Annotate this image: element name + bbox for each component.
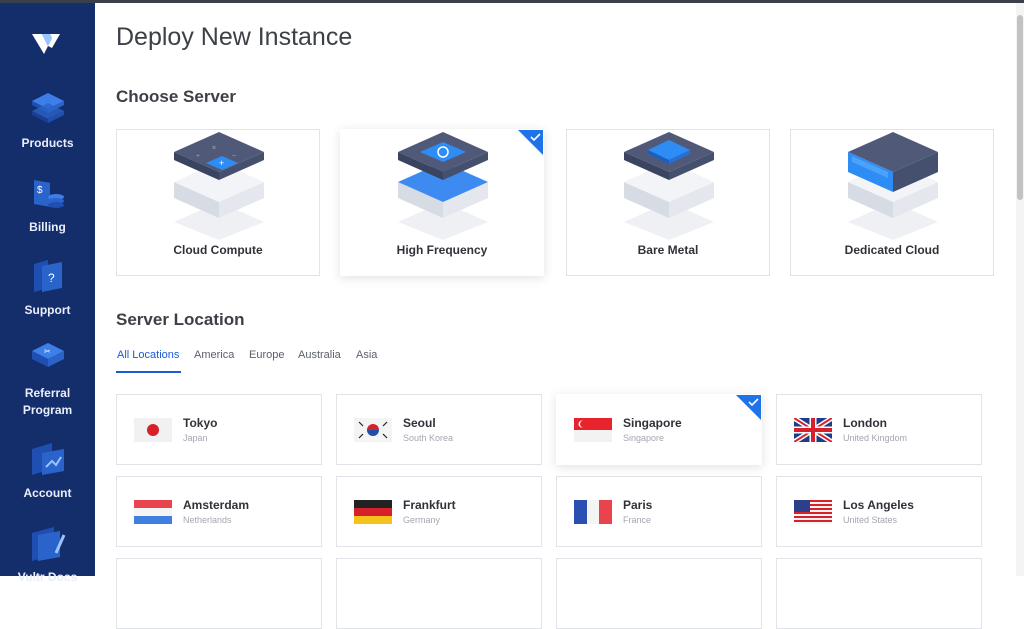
location-card-partial[interactable] [336, 558, 542, 629]
united-kingdom-flag-icon [794, 418, 832, 442]
location-city: Frankfurt [403, 498, 456, 512]
products-icon [31, 93, 64, 123]
docs-icon [31, 527, 65, 561]
selected-check-icon [518, 130, 543, 155]
tab-asia[interactable]: Asia [356, 349, 377, 361]
location-city: Amsterdam [183, 498, 250, 512]
location-paris[interactable]: Paris France [556, 476, 762, 547]
active-tab-underline [116, 371, 181, 373]
tab-all-locations[interactable]: All Locations [117, 349, 179, 361]
location-card-partial[interactable] [556, 558, 762, 629]
location-city: London [843, 416, 887, 430]
singapore-flag-icon [574, 418, 612, 442]
svg-text:÷: ÷ [196, 153, 200, 160]
server-option-high-frequency[interactable]: High Frequency [340, 129, 544, 276]
sidebar-item-vultr-docs[interactable]: Vultr Docs [0, 523, 95, 586]
germany-flag-icon [354, 500, 392, 524]
svg-text:×: × [212, 145, 216, 152]
location-city: Tokyo [183, 416, 218, 430]
page-title: Deploy New Instance [116, 23, 353, 51]
location-city: Paris [623, 498, 653, 512]
server-option-cloud-compute[interactable]: + × − ÷ Cloud Compute [116, 129, 320, 276]
location-city: Los Angeles [843, 498, 914, 512]
vultr-logo[interactable] [30, 30, 62, 58]
location-country: Germany [403, 515, 441, 525]
location-frankfurt[interactable]: Frankfurt Germany [336, 476, 542, 547]
dedicated-cloud-icon [848, 132, 938, 240]
support-icon: ? [33, 260, 62, 292]
japan-flag-icon [134, 418, 172, 442]
referral-icon: ✂ [31, 343, 64, 367]
server-option-dedicated-cloud[interactable]: Dedicated Cloud [790, 129, 994, 276]
sidebar-item-account[interactable]: Account [0, 439, 95, 502]
account-icon [31, 443, 64, 475]
sidebar-item-products[interactable]: Products [0, 89, 95, 152]
server-location-title: Server Location [116, 310, 245, 329]
sidebar-item-support[interactable]: ? Support [0, 256, 95, 319]
svg-text:?: ? [48, 271, 55, 285]
tab-australia[interactable]: Australia [298, 349, 341, 361]
location-country: Singapore [623, 433, 665, 443]
location-london[interactable]: London United Kingdom [776, 394, 982, 465]
netherlands-flag-icon [134, 500, 172, 524]
high-frequency-icon [398, 132, 488, 240]
location-tokyo[interactable]: Tokyo Japan [116, 394, 322, 465]
tab-europe[interactable]: Europe [249, 349, 284, 361]
svg-text:$: $ [37, 185, 43, 196]
sidebar-item-label-line2: Program [22, 403, 73, 417]
selected-check-icon [736, 395, 761, 420]
location-country: United States [843, 515, 898, 525]
sidebar-item-label: Referral [24, 386, 71, 400]
sidebar-item-label: Support [24, 303, 71, 317]
server-option-label: Bare Metal [637, 243, 699, 257]
location-city: Seoul [403, 416, 436, 430]
united-states-flag-icon [794, 500, 832, 524]
location-country: Japan [183, 433, 208, 443]
bare-metal-icon [624, 132, 714, 240]
sidebar-item-label: Products [21, 136, 74, 150]
sidebar-item-billing[interactable]: $ Billing [0, 173, 95, 236]
location-los-angeles[interactable]: Los Angeles United States [776, 476, 982, 547]
svg-text:−: − [232, 153, 236, 160]
location-country: United Kingdom [843, 433, 908, 443]
sidebar-item-label: Account [23, 486, 72, 500]
scrollbar-thumb[interactable] [1017, 15, 1023, 200]
location-country: Netherlands [183, 515, 232, 525]
location-card-partial[interactable] [116, 558, 322, 629]
server-option-label: Cloud Compute [173, 243, 263, 257]
france-flag-icon [574, 500, 612, 524]
location-amsterdam[interactable]: Amsterdam Netherlands [116, 476, 322, 547]
location-seoul[interactable]: Seoul South Korea [336, 394, 542, 465]
location-country: South Korea [403, 433, 454, 443]
main-content: Deploy New Instance Choose Server + × − … [95, 3, 1016, 629]
server-option-label: High Frequency [396, 243, 488, 257]
location-country: France [623, 515, 652, 525]
sidebar: Products $ Billing ? Support ✂ Referral … [0, 3, 95, 584]
choose-server-title: Choose Server [116, 87, 236, 106]
sidebar-item-referral-program[interactable]: ✂ Referral Program [0, 339, 95, 419]
location-city: Singapore [623, 416, 682, 430]
svg-text:✂: ✂ [44, 347, 51, 356]
page-scrollbar[interactable] [1016, 3, 1024, 576]
cloud-compute-icon: + × − ÷ [174, 132, 264, 240]
server-option-bare-metal[interactable]: Bare Metal [566, 129, 770, 276]
sidebar-item-label: Billing [29, 220, 66, 234]
sidebar-item-label: Vultr Docs [17, 570, 78, 584]
south-korea-flag-icon [354, 418, 392, 442]
location-card-partial[interactable] [776, 558, 982, 629]
svg-text:+: + [219, 158, 224, 168]
location-singapore[interactable]: Singapore Singapore [556, 394, 762, 465]
server-option-label: Dedicated Cloud [844, 243, 940, 257]
tab-america[interactable]: America [194, 349, 234, 361]
billing-icon: $ [33, 180, 64, 208]
